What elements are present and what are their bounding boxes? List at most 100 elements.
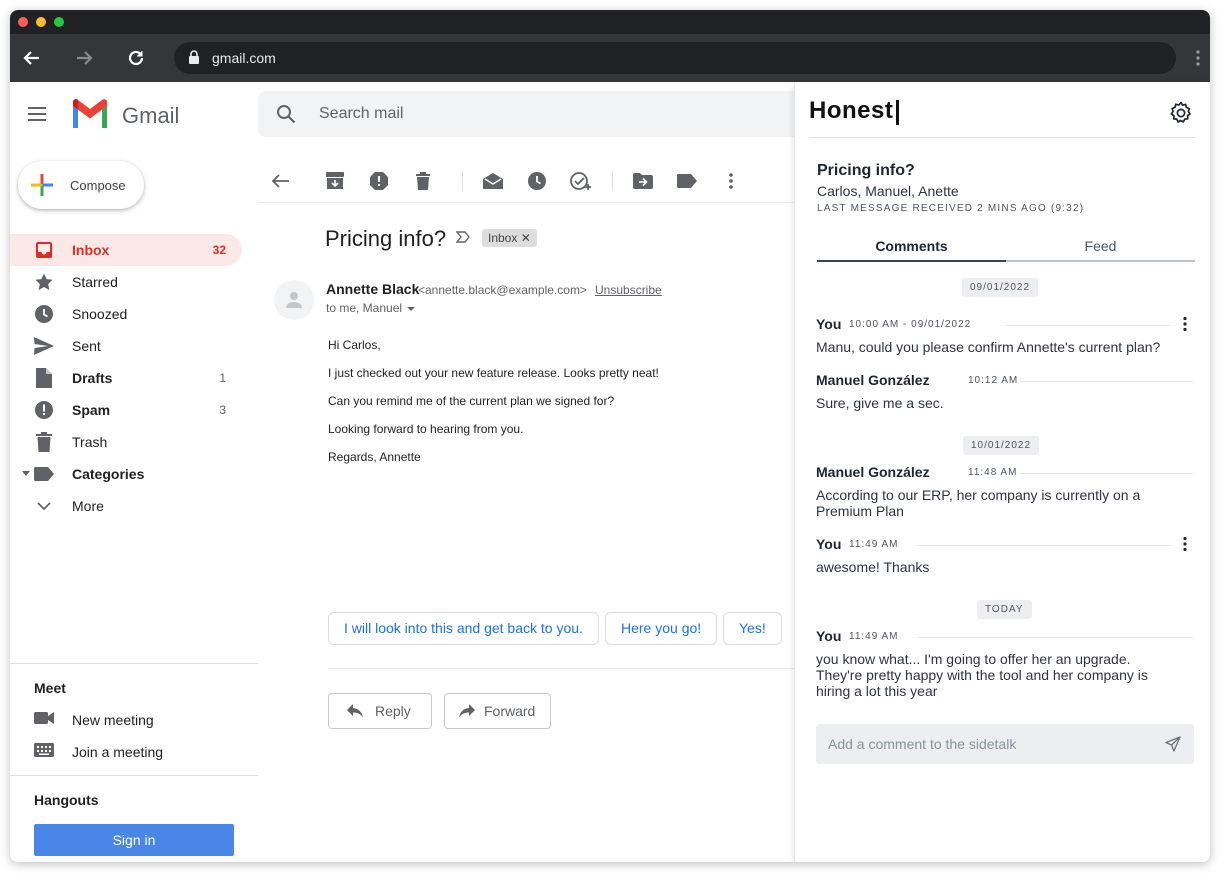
- hangouts-sign-in-button[interactable]: Sign in: [34, 824, 234, 856]
- comment-time: 11:48 AM: [968, 467, 1018, 478]
- spam-icon: [370, 172, 388, 190]
- caret-down-icon[interactable]: [22, 471, 30, 477]
- compose-label: Compose: [70, 178, 126, 193]
- send-comment-icon[interactable]: [1165, 736, 1181, 752]
- comment-input-box[interactable]: [816, 724, 1194, 764]
- envelope-open-icon: [483, 173, 503, 189]
- gmail-logo-icon[interactable]: [70, 98, 110, 130]
- add-to-tasks-button[interactable]: [570, 170, 592, 192]
- forward-button[interactable]: Forward: [444, 693, 551, 729]
- url-text: gmail.com: [212, 50, 276, 66]
- sidebar-item-trash[interactable]: Trash: [10, 426, 242, 458]
- smart-reply-button[interactable]: Here you go!: [605, 612, 718, 645]
- forward-icon: [459, 704, 475, 718]
- reply-label: Reply: [375, 703, 411, 719]
- comment-menu-icon[interactable]: [1181, 316, 1189, 332]
- sidebar-item-inbox[interactable]: Inbox 32: [10, 234, 242, 266]
- sidebar-divider: [10, 775, 258, 776]
- smart-reply-button[interactable]: I will look into this and get back to yo…: [328, 612, 599, 645]
- unsubscribe-link[interactable]: Unsubscribe: [595, 283, 662, 297]
- sidebar-item-snoozed[interactable]: Snoozed: [10, 298, 242, 330]
- sidebar-item-sent[interactable]: Sent: [10, 330, 242, 362]
- comment-input[interactable]: [816, 724, 1156, 764]
- snooze-button[interactable]: [526, 170, 548, 192]
- sidebar-item-starred[interactable]: Starred: [10, 266, 242, 298]
- gmail-app: Gmail Search mail Compose Inbox 32 Starr…: [10, 82, 1210, 862]
- comment-text: awesome! Thanks: [816, 559, 930, 575]
- mail-toolbar-divider: [258, 202, 794, 203]
- importance-marker-icon[interactable]: [456, 231, 470, 243]
- trash-icon: [34, 432, 54, 452]
- gmail-wordmark: Gmail: [122, 103, 180, 128]
- archive-button[interactable]: [324, 170, 346, 192]
- sidebar-item-more[interactable]: More: [10, 490, 242, 522]
- sidebar-item-label: Snoozed: [72, 306, 128, 322]
- comment-rule: [917, 637, 1193, 638]
- new-meeting-button[interactable]: New meeting: [34, 709, 234, 733]
- recipients-text: to me, Manuel: [326, 301, 403, 315]
- sidebar-item-label: More: [72, 498, 104, 514]
- report-spam-button[interactable]: [368, 170, 390, 192]
- last-message-info: LAST MESSAGE RECEIVED 2 MINS AGO (9:32): [817, 203, 1085, 214]
- caret-down-icon[interactable]: [407, 307, 416, 312]
- reply-button[interactable]: Reply: [328, 693, 432, 729]
- sender-avatar: [274, 280, 314, 320]
- sidebar-item-count: 3: [219, 403, 226, 417]
- sidebar-item-spam[interactable]: Spam 3: [10, 394, 242, 426]
- recipients-line[interactable]: to me, Manuel: [326, 301, 416, 315]
- join-meeting-button[interactable]: Join a meeting: [34, 741, 234, 765]
- forward-button[interactable]: [70, 44, 98, 72]
- person-icon: [286, 292, 302, 308]
- comment-author: You: [816, 628, 842, 644]
- sidebar-item-drafts[interactable]: Drafts 1: [10, 362, 242, 394]
- search-icon[interactable]: [276, 104, 296, 124]
- search-input[interactable]: Search mail: [319, 105, 403, 123]
- comment-text: According to our ERP, her company is cur…: [816, 487, 1141, 519]
- sidebar-item-label: Inbox: [72, 242, 110, 258]
- compose-button[interactable]: Compose: [18, 161, 144, 209]
- thread-participants: Carlos, Manuel, Anette: [817, 183, 959, 199]
- comment-text: Sure, give me a sec.: [816, 395, 944, 411]
- delete-button[interactable]: [412, 170, 434, 192]
- sidebar-nav: Inbox 32 Starred Snoozed Sent Drafts 1 S…: [10, 234, 242, 522]
- back-button[interactable]: [18, 44, 46, 72]
- comment-author: You: [816, 316, 842, 332]
- logo-cursor: [896, 100, 899, 125]
- sidebar-item-categories[interactable]: Categories: [10, 458, 242, 490]
- browser-menu-icon[interactable]: [1196, 50, 1200, 66]
- new-meeting-label: New meeting: [72, 712, 154, 728]
- tab-comments[interactable]: Comments: [817, 238, 1006, 262]
- hangouts-title: Hangouts: [34, 792, 99, 808]
- chevron-down-icon: [34, 496, 54, 516]
- main-menu-icon[interactable]: [28, 106, 48, 122]
- maximize-window-button[interactable]: [54, 17, 64, 27]
- email-body-line: Looking forward to hearing from you.: [328, 422, 524, 436]
- comment-menu-icon[interactable]: [1181, 536, 1189, 552]
- tab-feed[interactable]: Feed: [1006, 238, 1195, 262]
- mark-unread-button[interactable]: [482, 170, 504, 192]
- comment-time: 11:49 AM: [849, 631, 899, 642]
- sidebar-item-label: Trash: [72, 434, 108, 450]
- address-bar[interactable]: gmail.com: [174, 42, 1176, 74]
- mail-divider: [328, 668, 794, 669]
- sidebar-item-label: Starred: [72, 274, 118, 290]
- smart-reply-button[interactable]: Yes!: [723, 612, 782, 645]
- back-to-inbox-button[interactable]: [270, 170, 292, 192]
- labels-button[interactable]: [676, 170, 698, 192]
- minimize-window-button[interactable]: [36, 17, 46, 27]
- move-to-button[interactable]: [632, 170, 654, 192]
- arrow-left-icon: [272, 174, 289, 188]
- search-bar[interactable]: Search mail: [258, 91, 818, 137]
- sidebar-item-count: 1: [219, 371, 226, 385]
- label-icon: [34, 464, 54, 484]
- honest-panel: Honest Pricing info? Carlos, Manuel, Ane…: [794, 82, 1210, 862]
- inbox-label-chip[interactable]: Inbox ✕: [482, 229, 537, 247]
- close-window-button[interactable]: [18, 17, 28, 27]
- more-options-button[interactable]: [720, 170, 742, 192]
- gear-icon[interactable]: [1169, 101, 1193, 125]
- inbox-chip-label: Inbox: [488, 231, 518, 245]
- reply-icon: [347, 704, 363, 718]
- reload-button[interactable]: [122, 44, 150, 72]
- panel-header-divider: [809, 137, 1195, 138]
- remove-label-icon[interactable]: ✕: [521, 231, 531, 245]
